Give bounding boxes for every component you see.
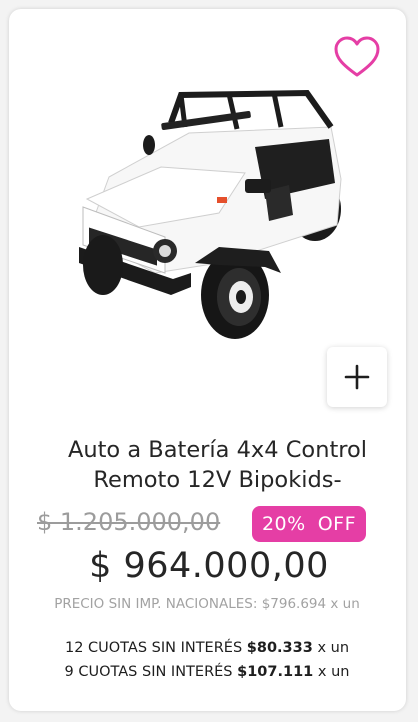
installment-row: 12 CUOTAS SIN INTERÉS $80.333 x un	[0, 636, 414, 660]
current-price: $ 964.000,00	[89, 546, 329, 586]
discount-value: 20%	[261, 513, 306, 535]
discount-suffix: OFF	[317, 513, 357, 535]
heart-outline-icon	[334, 36, 380, 77]
installment-suffix: x un	[317, 664, 350, 680]
installment-amount: $80.333	[246, 640, 313, 656]
installment-suffix: x un	[317, 640, 350, 656]
installment-prefix: 9 CUOTAS SIN INTERÉS	[64, 664, 233, 680]
product-image[interactable]	[69, 87, 359, 349]
original-price: $ 1.205.000,00	[37, 508, 221, 536]
discount-badge: 20% OFF	[252, 506, 366, 542]
favorite-button[interactable]	[333, 35, 381, 79]
installment-prefix: 12 CUOTAS SIN INTERÉS	[64, 640, 243, 656]
product-title[interactable]: Auto a Batería 4x4 Control Remoto 12V Bi…	[39, 435, 396, 495]
plus-icon	[344, 364, 370, 390]
installment-amount: $107.111	[237, 664, 314, 680]
add-to-cart-button[interactable]	[327, 347, 387, 407]
price-without-taxes: PRECIO SIN IMP. NACIONALES: $796.694 x u…	[54, 596, 360, 612]
installments-info: 12 CUOTAS SIN INTERÉS $80.333 x un 9 CUO…	[0, 636, 414, 684]
installment-row: 9 CUOTAS SIN INTERÉS $107.111 x un	[0, 660, 414, 684]
